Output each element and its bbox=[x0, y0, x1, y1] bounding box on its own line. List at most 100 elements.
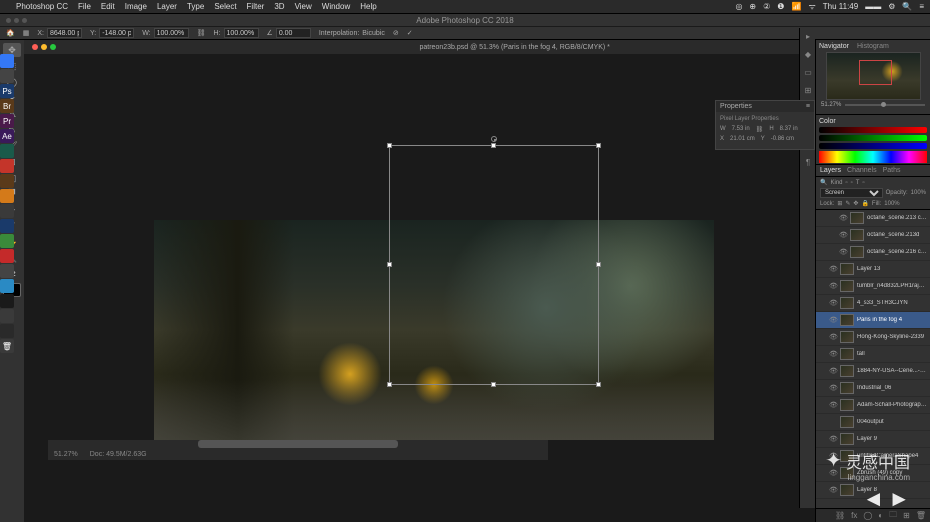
dock-app[interactable] bbox=[0, 159, 14, 173]
layer-name[interactable]: Industrial_06 bbox=[857, 385, 927, 391]
commit-transform-icon[interactable]: ✓ bbox=[407, 29, 413, 37]
next-icon[interactable]: ► bbox=[888, 486, 910, 512]
menu-type[interactable]: Type bbox=[187, 2, 204, 11]
window-controls[interactable] bbox=[6, 18, 27, 23]
filter-icon[interactable]: T bbox=[856, 180, 860, 186]
fill-value[interactable]: 100% bbox=[884, 201, 899, 207]
layer-row[interactable]: 👁 Paris in the fog 4 bbox=[816, 312, 930, 329]
layer-name[interactable]: Paris in the fog 4 bbox=[857, 317, 927, 323]
panel-icon[interactable]: ◆ bbox=[802, 50, 814, 62]
layer-row[interactable]: 👁Industrial_06 bbox=[816, 380, 930, 397]
layer-row[interactable]: 👁octane_scene.213d bbox=[816, 227, 930, 244]
dock-app[interactable]: Ae bbox=[0, 129, 14, 143]
menu-select[interactable]: Select bbox=[214, 2, 236, 11]
input-y[interactable] bbox=[99, 28, 134, 38]
layer-name[interactable]: 4_s33_STR3CJYN bbox=[857, 300, 927, 306]
visibility-icon[interactable]: 👁 bbox=[829, 299, 837, 307]
transform-handle[interactable] bbox=[596, 143, 601, 148]
color-slider-r[interactable] bbox=[819, 127, 927, 133]
document-tab[interactable]: patreon23b.psd @ 51.3% (Paris in the fog… bbox=[24, 40, 815, 54]
visibility-icon[interactable]: 👁 bbox=[829, 316, 837, 324]
layer-thumbnail[interactable] bbox=[850, 212, 864, 224]
status-icon[interactable]: 📶 bbox=[791, 2, 801, 11]
new-layer-icon[interactable]: ⊞ bbox=[903, 511, 910, 520]
layer-name[interactable]: octane_scene.213 copy bbox=[867, 215, 927, 221]
lock-icon[interactable]: ✥ bbox=[853, 200, 858, 207]
prev-icon[interactable]: ◄ bbox=[862, 486, 884, 512]
layer-name[interactable]: Hong-Kong-Skyline-2339 bbox=[857, 334, 927, 340]
layer-thumbnail[interactable] bbox=[850, 229, 864, 241]
status-icon[interactable]: ◎ bbox=[735, 2, 742, 11]
panel-icon[interactable]: ¶ bbox=[802, 158, 814, 170]
dock-app[interactable] bbox=[0, 144, 14, 158]
layer-thumbnail[interactable] bbox=[840, 399, 854, 411]
tab-channels[interactable]: Channels bbox=[847, 167, 877, 174]
home-icon[interactable]: 🏠 bbox=[6, 29, 15, 37]
status-icon[interactable]: ⚙ bbox=[888, 2, 895, 11]
fx-icon[interactable]: fx bbox=[851, 511, 857, 520]
menu-window[interactable]: Window bbox=[322, 2, 350, 11]
layer-name[interactable]: tall bbox=[857, 351, 927, 357]
tab-layers[interactable]: Layers bbox=[820, 167, 841, 174]
prop-y[interactable]: -0.86 cm bbox=[771, 136, 794, 142]
link-layers-icon[interactable]: ⛓ bbox=[835, 511, 845, 520]
layer-row[interactable]: 👁Layer 13 bbox=[816, 261, 930, 278]
opacity-value[interactable]: 100% bbox=[911, 190, 926, 196]
panel-menu-icon[interactable]: ≡ bbox=[806, 103, 810, 110]
layers-list[interactable]: 👁 octane_scene.213 copy 👁octane_scene.213d… bbox=[816, 210, 930, 508]
panel-icon[interactable]: ▭ bbox=[802, 68, 814, 80]
layer-thumbnail[interactable] bbox=[840, 484, 854, 496]
blend-mode-select[interactable]: Screen bbox=[820, 188, 883, 198]
menu-filter[interactable]: Filter bbox=[247, 2, 265, 11]
nav-zoom-value[interactable]: 51.27% bbox=[821, 102, 841, 108]
filter-icon[interactable]: ▫ bbox=[862, 180, 864, 186]
input-h[interactable] bbox=[224, 28, 259, 38]
transform-ref-icon[interactable]: ▦ bbox=[23, 29, 30, 37]
video-nav-arrows[interactable]: ◄► bbox=[862, 486, 910, 512]
status-icon[interactable]: ⊕ bbox=[749, 2, 756, 11]
layer-row[interactable]: 👁Layer 9 bbox=[816, 431, 930, 448]
dock-app[interactable] bbox=[0, 69, 14, 83]
dock-app[interactable] bbox=[0, 174, 14, 188]
dock-app[interactable] bbox=[0, 54, 14, 68]
navigator-thumbnail[interactable] bbox=[826, 52, 921, 100]
status-icon[interactable]: ❶ bbox=[777, 2, 784, 11]
lock-icon[interactable]: 🔒 bbox=[861, 200, 868, 207]
prop-w[interactable]: 7.53 in bbox=[732, 126, 750, 133]
layer-name[interactable]: 1884-NY-USA--Cene...-night_1335x803 bbox=[857, 368, 927, 374]
input-w[interactable] bbox=[154, 28, 189, 38]
doc-size[interactable]: Doc: 49.5M/2.63G bbox=[90, 451, 147, 458]
visibility-icon[interactable]: 👁 bbox=[829, 367, 837, 375]
visibility-icon[interactable]: 👁 bbox=[829, 486, 837, 494]
transform-handle[interactable] bbox=[387, 143, 392, 148]
properties-panel[interactable]: Properties ≡ Pixel Layer Properties W7.5… bbox=[715, 100, 815, 150]
layer-thumbnail[interactable] bbox=[840, 382, 854, 394]
menu-image[interactable]: Image bbox=[125, 2, 147, 11]
transform-handle[interactable] bbox=[491, 143, 496, 148]
panel-icon[interactable]: ▸ bbox=[802, 32, 814, 44]
visibility-icon[interactable]: 👁 bbox=[829, 469, 837, 477]
visibility-icon[interactable]: 👁 bbox=[839, 231, 847, 239]
layer-name[interactable]: untitledCameraShape4 bbox=[857, 453, 927, 459]
layer-thumbnail[interactable] bbox=[840, 297, 854, 309]
visibility-icon[interactable]: 👁 bbox=[839, 214, 847, 222]
layer-row[interactable]: 👁 4_s33_STR3CJYN bbox=[816, 295, 930, 312]
menu-help[interactable]: Help bbox=[360, 2, 376, 11]
status-icon[interactable]: ≡ bbox=[919, 2, 924, 11]
dock-app[interactable] bbox=[0, 189, 14, 203]
dock-app[interactable]: Ps bbox=[0, 84, 14, 98]
menu-view[interactable]: View bbox=[295, 2, 312, 11]
nav-zoom-slider[interactable] bbox=[845, 104, 925, 106]
dock-app[interactable] bbox=[0, 249, 14, 263]
canvas-area[interactable]: patreon23b.psd @ 51.3% (Paris in the fog… bbox=[24, 40, 815, 522]
mask-icon[interactable]: ◯ bbox=[863, 511, 872, 520]
layer-row[interactable]: 👁 octane_scene.213 copy bbox=[816, 210, 930, 227]
layer-row[interactable]: 👁 1884-NY-USA--Cene...-night_1335x803 bbox=[816, 363, 930, 380]
visibility-icon[interactable]: 👁 bbox=[829, 435, 837, 443]
dock-app[interactable]: Pr bbox=[0, 114, 14, 128]
layer-row[interactable]: 👁octane_scene.216 copy bbox=[816, 244, 930, 261]
prop-x[interactable]: 21.01 cm bbox=[730, 136, 755, 142]
dock-app[interactable] bbox=[0, 309, 14, 323]
tab-paths[interactable]: Paths bbox=[883, 167, 901, 174]
panel-icon[interactable]: ⊞ bbox=[802, 86, 814, 98]
